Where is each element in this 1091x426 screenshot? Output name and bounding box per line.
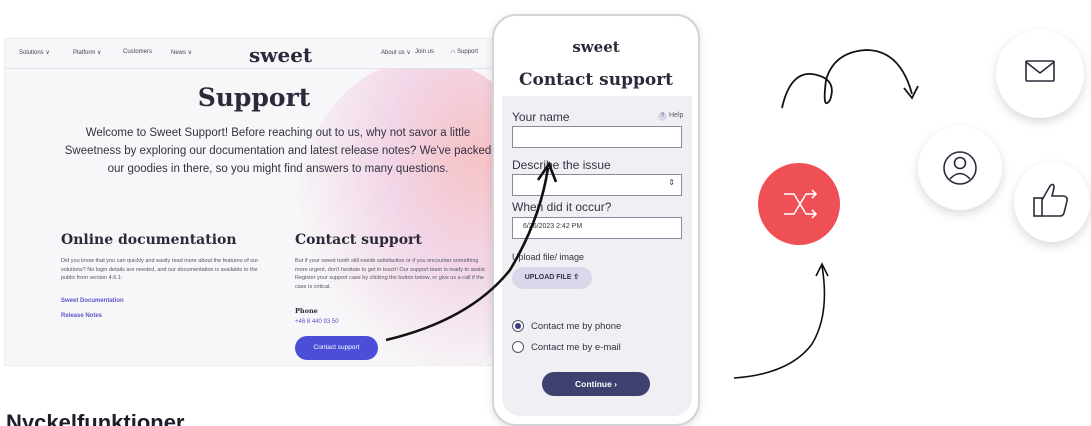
loop-arrow (781, 49, 913, 109)
return-arrow (733, 265, 826, 379)
connector-arrow (385, 167, 550, 342)
decorative-arrows (385, 49, 919, 379)
section-heading: Nyckelfunktioner (6, 410, 185, 426)
